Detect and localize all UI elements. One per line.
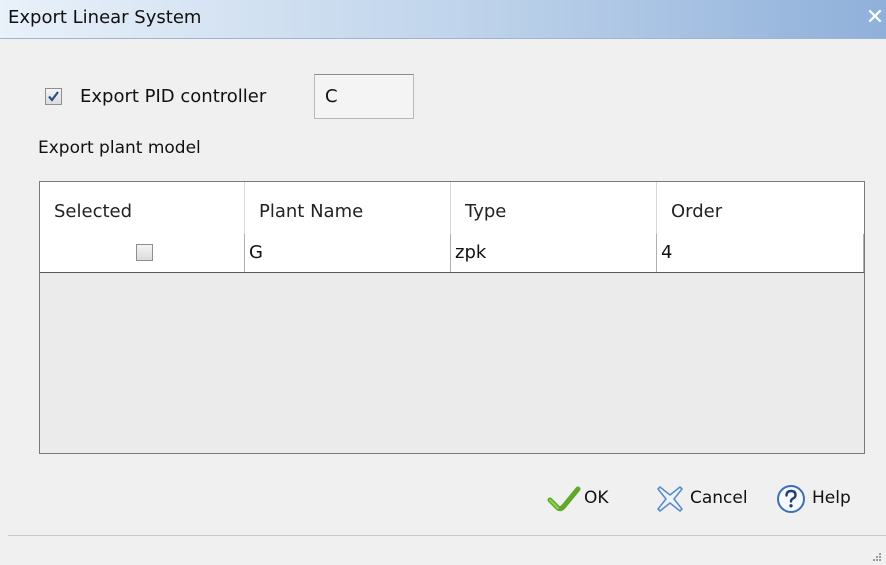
cancel-label: Cancel — [690, 488, 748, 508]
column-header-selected[interactable]: Selected — [40, 182, 245, 234]
pid-controller-name-input[interactable] — [314, 74, 414, 119]
export-pid-label[interactable]: Export PID controller — [80, 86, 266, 107]
checkmark-icon — [48, 91, 59, 102]
plant-name-cell[interactable]: G — [245, 234, 451, 272]
column-header-order[interactable]: Order — [657, 182, 864, 234]
table-header: Selected Plant Name Type Order — [40, 182, 864, 235]
table-row[interactable]: G zpk 4 — [40, 234, 864, 273]
checkmark-icon — [547, 486, 581, 512]
title-bar[interactable]: Export Linear System ✕ — [0, 0, 886, 39]
question-circle-icon — [777, 485, 805, 513]
x-cross-icon — [657, 486, 683, 512]
export-plant-model-label: Export plant model — [38, 138, 201, 158]
plant-type-cell[interactable]: zpk — [451, 234, 657, 272]
plant-model-table[interactable]: Selected Plant Name Type Order G zpk 4 — [39, 181, 865, 454]
ok-label: OK — [584, 488, 609, 508]
column-header-type[interactable]: Type — [451, 182, 657, 234]
export-linear-system-dialog: Export Linear System ✕ Export PID contro… — [0, 0, 886, 565]
column-header-plant-name[interactable]: Plant Name — [245, 182, 451, 234]
resize-grip-icon[interactable] — [870, 550, 882, 562]
help-label: Help — [812, 488, 851, 508]
window-title: Export Linear System — [8, 7, 202, 28]
plant-order-cell[interactable]: 4 — [657, 234, 864, 272]
export-pid-checkbox[interactable] — [45, 88, 62, 105]
close-icon[interactable]: ✕ — [864, 6, 886, 30]
plant-selected-checkbox[interactable] — [136, 244, 153, 261]
selected-cell[interactable] — [40, 234, 245, 272]
status-bar — [8, 535, 886, 565]
